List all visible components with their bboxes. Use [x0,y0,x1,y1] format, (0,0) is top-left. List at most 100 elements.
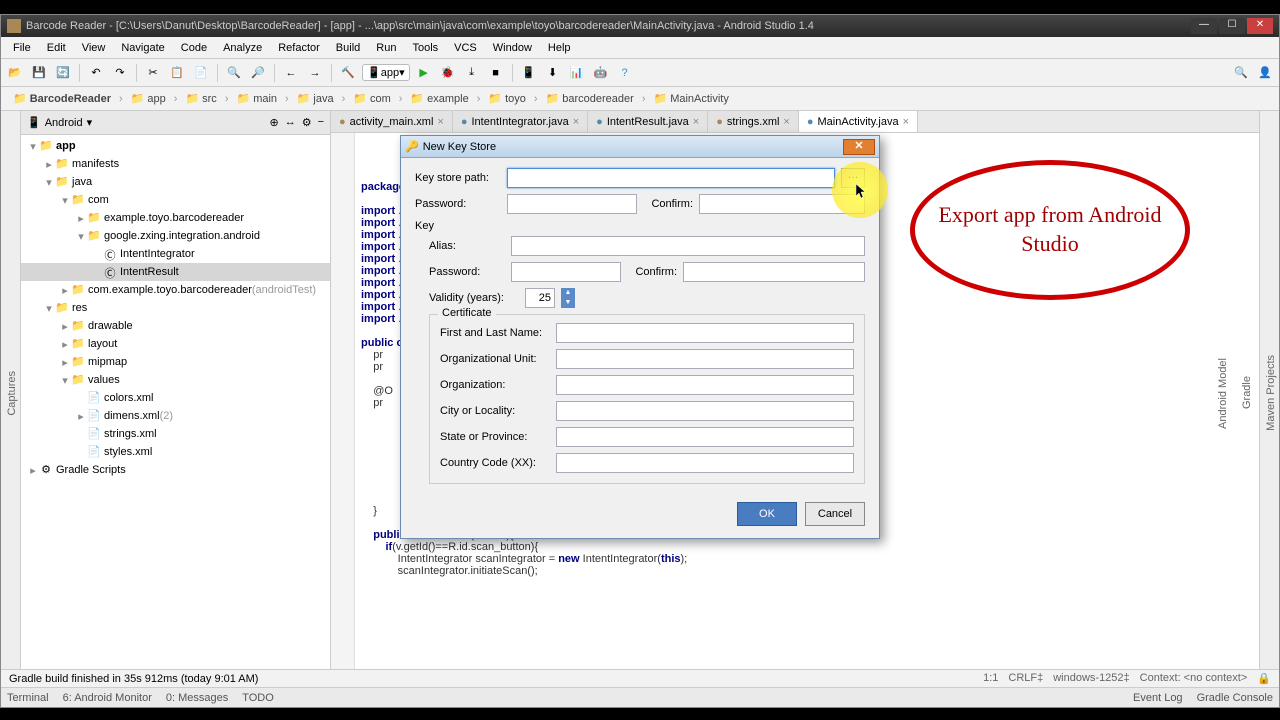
replace-icon[interactable]: 🔎 [248,63,268,83]
menu-vcs[interactable]: VCS [446,40,485,56]
bottom-tab[interactable]: 6: Android Monitor [63,692,152,704]
tree-toggle-icon[interactable]: ▸ [75,410,87,423]
editor-tab[interactable]: ●MainActivity.java× [799,111,918,132]
tree-item[interactable]: ⒸIntentIntegrator [21,245,330,263]
user-icon[interactable]: 👤 [1255,63,1275,83]
cut-icon[interactable]: ✂ [143,63,163,83]
run-icon[interactable]: ▶ [414,63,434,83]
tree-item[interactable]: ▾📁res [21,299,330,317]
tree-toggle-icon[interactable]: ▸ [59,356,71,369]
tab-close-icon[interactable]: × [573,116,579,128]
tree-toggle-icon[interactable]: ▸ [59,320,71,333]
tree-item[interactable]: ▸📁mipmap [21,353,330,371]
gear-icon[interactable]: ⚙ [302,116,312,129]
left-rail-tab[interactable]: Captures [4,365,20,422]
tree-toggle-icon[interactable]: ▸ [75,212,87,225]
tree-item[interactable]: ▾📁values [21,371,330,389]
project-tree[interactable]: ▾📁app▸📁manifests▾📁java▾📁com▸📁example.toy… [21,135,330,669]
tree-toggle-icon[interactable]: ▸ [59,284,71,297]
sdk-icon[interactable]: ⬇ [543,63,563,83]
breadcrumb-item[interactable]: 📁app [127,90,170,107]
tab-close-icon[interactable]: × [693,116,699,128]
breadcrumb-item[interactable]: 📁MainActivity [649,90,732,107]
attach-icon[interactable]: ⤓ [462,63,482,83]
line-separator[interactable]: CRLF‡ [1008,672,1043,685]
menu-refactor[interactable]: Refactor [270,40,328,56]
breadcrumb-item[interactable]: 📁toyo [484,90,530,107]
first-last-input[interactable] [556,323,854,343]
bottom-tab[interactable]: Gradle Console [1197,692,1273,704]
tree-toggle-icon[interactable]: ▾ [43,302,55,315]
browse-button[interactable]: … [841,168,865,188]
tree-item[interactable]: ▾📁com [21,191,330,209]
file-encoding[interactable]: windows-1252‡ [1053,672,1129,685]
android-robot-icon[interactable]: 🤖 [591,63,611,83]
menu-window[interactable]: Window [485,40,540,56]
tree-item[interactable]: ▸📁com.example.toyo.barcodereader (androi… [21,281,330,299]
open-icon[interactable]: 📂 [5,63,25,83]
org-unit-input[interactable] [556,349,854,369]
tree-item[interactable]: ⒸIntentResult [21,263,330,281]
menu-help[interactable]: Help [540,40,579,56]
sync-icon[interactable]: 🔄 [53,63,73,83]
hide-icon[interactable]: − [318,116,324,129]
menu-code[interactable]: Code [173,40,215,56]
editor-tab[interactable]: ●IntentIntegrator.java× [453,111,588,132]
right-rail-tab[interactable]: Gradle [1239,370,1255,415]
menu-edit[interactable]: Edit [39,40,74,56]
forward-icon[interactable]: → [305,63,325,83]
confirm-password-input[interactable] [699,194,865,214]
menu-file[interactable]: File [5,40,39,56]
debug-icon[interactable]: 🐞 [438,63,458,83]
right-rail-tab[interactable]: Maven Projects [1263,349,1279,437]
tree-item[interactable]: ▸⚙Gradle Scripts [21,461,330,479]
maximize-button[interactable]: ☐ [1219,18,1245,34]
keystore-path-input[interactable] [507,168,835,188]
breadcrumb-item[interactable]: 📁src [181,90,220,107]
avd-icon[interactable]: 📱 [519,63,539,83]
breadcrumb-item[interactable]: 📁com [349,90,394,107]
org-input[interactable] [556,375,854,395]
tree-item[interactable]: ▸📁drawable [21,317,330,335]
minimize-button[interactable]: — [1191,18,1217,34]
tree-toggle-icon[interactable]: ▸ [27,464,39,477]
tree-toggle-icon[interactable]: ▾ [75,230,87,243]
tree-item[interactable]: 📄colors.xml [21,389,330,407]
run-config-selector[interactable]: 📱 app ▾ [362,64,410,81]
undo-icon[interactable]: ↶ [86,63,106,83]
cancel-button[interactable]: Cancel [805,502,865,526]
tab-close-icon[interactable]: × [903,116,909,128]
state-input[interactable] [556,427,854,447]
menu-tools[interactable]: Tools [404,40,446,56]
tree-item[interactable]: ▾📁java [21,173,330,191]
build-icon[interactable]: 🔨 [338,63,358,83]
menu-build[interactable]: Build [328,40,368,56]
tree-item[interactable]: ▸📄dimens.xml (2) [21,407,330,425]
tree-toggle-icon[interactable]: ▾ [27,140,39,153]
breadcrumb-item[interactable]: 📁barcodereader [542,90,638,107]
lock-icon[interactable]: 🔒 [1257,672,1271,685]
tree-toggle-icon[interactable]: ▾ [59,194,71,207]
key-confirm-input[interactable] [683,262,865,282]
collapse-icon[interactable]: ↔ [285,116,296,129]
tree-item[interactable]: ▾📁google.zxing.integration.android [21,227,330,245]
breadcrumb-item[interactable]: 📁main [232,90,281,107]
right-rail-tab[interactable]: Android Model [1215,352,1231,435]
editor-tab[interactable]: ●IntentResult.java× [588,111,708,132]
password-input[interactable] [507,194,637,214]
tree-item[interactable]: 📄strings.xml [21,425,330,443]
bottom-tab[interactable]: 0: Messages [166,692,228,704]
help-icon[interactable]: ? [615,63,635,83]
paste-icon[interactable]: 📄 [191,63,211,83]
validity-down-button[interactable]: ▼ [561,298,575,308]
tree-item[interactable]: ▸📁example.toyo.barcodereader [21,209,330,227]
menu-view[interactable]: View [74,40,114,56]
bottom-tab[interactable]: Event Log [1133,692,1183,704]
tree-item[interactable]: ▸📁layout [21,335,330,353]
project-view-selector[interactable]: 📱 Android ▾ [27,116,92,129]
tree-toggle-icon[interactable]: ▸ [43,158,55,171]
find-icon[interactable]: 🔍 [224,63,244,83]
monitor-icon[interactable]: 📊 [567,63,587,83]
bottom-tab[interactable]: Terminal [7,692,49,704]
country-input[interactable] [556,453,854,473]
